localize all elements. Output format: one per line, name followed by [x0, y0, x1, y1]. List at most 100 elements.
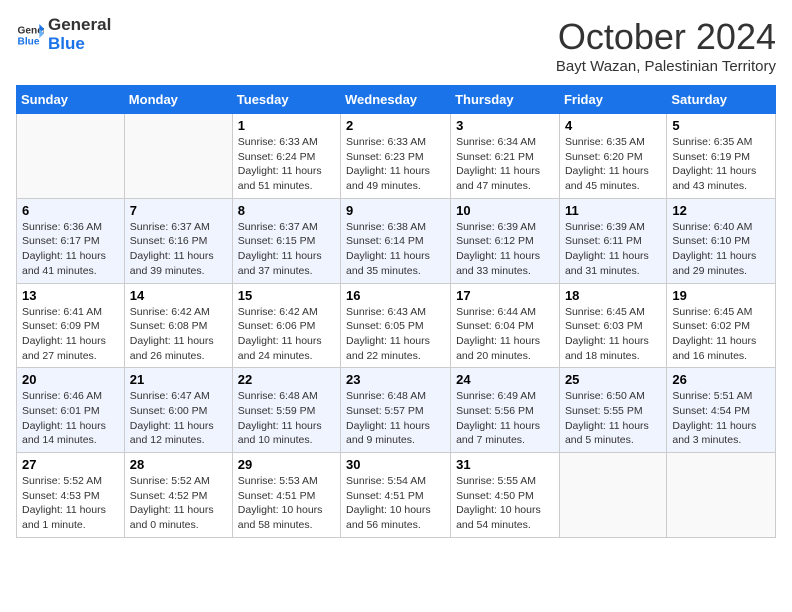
day-number: 12 — [672, 203, 770, 218]
calendar-cell: 16Sunrise: 6:43 AM Sunset: 6:05 PM Dayli… — [341, 283, 451, 368]
day-number: 26 — [672, 372, 770, 387]
day-number: 11 — [565, 203, 661, 218]
calendar-subtitle: Bayt Wazan, Palestinian Territory — [556, 58, 776, 75]
calendar-cell: 13Sunrise: 6:41 AM Sunset: 6:09 PM Dayli… — [17, 283, 125, 368]
calendar-cell: 10 Sunrise: 6:39 AM Sunset: 6:12 PM Dayli… — [451, 198, 560, 283]
calendar-cell: 9 Sunrise: 6:38 AM Sunset: 6:14 PM Daylig… — [341, 198, 451, 283]
day-info: Sunrise: 5:55 AM Sunset: 4:50 PM Dayligh… — [456, 474, 554, 533]
day-number: 30 — [346, 457, 445, 472]
day-number: 24 — [456, 372, 554, 387]
calendar-cell: 29Sunrise: 5:53 AM Sunset: 4:51 PM Dayli… — [232, 453, 340, 538]
day-number: 18 — [565, 288, 661, 303]
day-number: 15 — [238, 288, 335, 303]
day-number: 10 — [456, 203, 554, 218]
day-info: Sunrise: 6:33 AM Sunset: 6:23 PM Dayligh… — [346, 135, 445, 194]
day-number: 9 — [346, 203, 445, 218]
day-number: 22 — [238, 372, 335, 387]
day-number: 17 — [456, 288, 554, 303]
day-info: Sunrise: 6:48 AM Sunset: 5:57 PM Dayligh… — [346, 389, 445, 448]
day-info: Sunrise: 5:51 AM Sunset: 4:54 PM Dayligh… — [672, 389, 770, 448]
day-info: Sunrise: 6:39 AM Sunset: 6:11 PM Dayligh… — [565, 220, 661, 279]
calendar-week-row: 13Sunrise: 6:41 AM Sunset: 6:09 PM Dayli… — [17, 283, 776, 368]
day-info: Sunrise: 6:50 AM Sunset: 5:55 PM Dayligh… — [565, 389, 661, 448]
calendar-cell: 22Sunrise: 6:48 AM Sunset: 5:59 PM Dayli… — [232, 368, 340, 453]
day-info: Sunrise: 6:42 AM Sunset: 6:08 PM Dayligh… — [130, 305, 227, 364]
day-info: Sunrise: 5:53 AM Sunset: 4:51 PM Dayligh… — [238, 474, 335, 533]
day-info: Sunrise: 5:54 AM Sunset: 4:51 PM Dayligh… — [346, 474, 445, 533]
day-info: Sunrise: 6:38 AM Sunset: 6:14 PM Dayligh… — [346, 220, 445, 279]
day-number: 6 — [22, 203, 119, 218]
calendar-table: SundayMondayTuesdayWednesdayThursdayFrid… — [16, 85, 776, 538]
calendar-cell: 7 Sunrise: 6:37 AM Sunset: 6:16 PM Daylig… — [124, 198, 232, 283]
calendar-cell: 5Sunrise: 6:35 AM Sunset: 6:19 PM Daylig… — [667, 114, 776, 199]
day-info: Sunrise: 6:40 AM Sunset: 6:10 PM Dayligh… — [672, 220, 770, 279]
calendar-cell: 6 Sunrise: 6:36 AM Sunset: 6:17 PM Daylig… — [17, 198, 125, 283]
calendar-title: October 2024 — [556, 16, 776, 58]
day-number: 20 — [22, 372, 119, 387]
day-number: 23 — [346, 372, 445, 387]
day-number: 28 — [130, 457, 227, 472]
day-info: Sunrise: 6:35 AM Sunset: 6:19 PM Dayligh… — [672, 135, 770, 194]
calendar-cell: 1Sunrise: 6:33 AM Sunset: 6:24 PM Daylig… — [232, 114, 340, 199]
weekday-header: Saturday — [667, 86, 776, 114]
weekday-header: Sunday — [17, 86, 125, 114]
day-number: 1 — [238, 118, 335, 133]
day-info: Sunrise: 6:49 AM Sunset: 5:56 PM Dayligh… — [456, 389, 554, 448]
calendar-cell: 25 Sunrise: 6:50 AM Sunset: 5:55 PM Dayli… — [559, 368, 666, 453]
calendar-cell: 18 Sunrise: 6:45 AM Sunset: 6:03 PM Dayli… — [559, 283, 666, 368]
calendar-cell: 26 Sunrise: 5:51 AM Sunset: 4:54 PM Dayli… — [667, 368, 776, 453]
calendar-cell: 3Sunrise: 6:34 AM Sunset: 6:21 PM Daylig… — [451, 114, 560, 199]
day-info: Sunrise: 5:52 AM Sunset: 4:52 PM Dayligh… — [130, 474, 227, 533]
day-info: Sunrise: 6:35 AM Sunset: 6:20 PM Dayligh… — [565, 135, 661, 194]
calendar-cell: 30 Sunrise: 5:54 AM Sunset: 4:51 PM Dayli… — [341, 453, 451, 538]
day-info: Sunrise: 6:37 AM Sunset: 6:16 PM Dayligh… — [130, 220, 227, 279]
day-info: Sunrise: 6:44 AM Sunset: 6:04 PM Dayligh… — [456, 305, 554, 364]
calendar-cell — [124, 114, 232, 199]
title-block: October 2024 Bayt Wazan, Palestinian Ter… — [556, 16, 776, 75]
calendar-cell: 19Sunrise: 6:45 AM Sunset: 6:02 PM Dayli… — [667, 283, 776, 368]
day-number: 2 — [346, 118, 445, 133]
calendar-week-row: 20 Sunrise: 6:46 AM Sunset: 6:01 PM Dayli… — [17, 368, 776, 453]
calendar-cell: 21 Sunrise: 6:47 AM Sunset: 6:00 PM Dayli… — [124, 368, 232, 453]
day-info: Sunrise: 6:45 AM Sunset: 6:03 PM Dayligh… — [565, 305, 661, 364]
calendar-cell: 14 Sunrise: 6:42 AM Sunset: 6:08 PM Dayli… — [124, 283, 232, 368]
day-number: 3 — [456, 118, 554, 133]
calendar-cell — [17, 114, 125, 199]
day-number: 7 — [130, 203, 227, 218]
day-number: 8 — [238, 203, 335, 218]
weekday-header: Tuesday — [232, 86, 340, 114]
day-info: Sunrise: 6:36 AM Sunset: 6:17 PM Dayligh… — [22, 220, 119, 279]
calendar-cell: 8Sunrise: 6:37 AM Sunset: 6:15 PM Daylig… — [232, 198, 340, 283]
day-info: Sunrise: 5:52 AM Sunset: 4:53 PM Dayligh… — [22, 474, 119, 533]
day-info: Sunrise: 6:47 AM Sunset: 6:00 PM Dayligh… — [130, 389, 227, 448]
calendar-cell: 12 Sunrise: 6:40 AM Sunset: 6:10 PM Dayli… — [667, 198, 776, 283]
day-info: Sunrise: 6:41 AM Sunset: 6:09 PM Dayligh… — [22, 305, 119, 364]
logo-icon: General Blue — [16, 21, 44, 49]
day-info: Sunrise: 6:39 AM Sunset: 6:12 PM Dayligh… — [456, 220, 554, 279]
weekday-header: Monday — [124, 86, 232, 114]
calendar-cell: 23 Sunrise: 6:48 AM Sunset: 5:57 PM Dayli… — [341, 368, 451, 453]
calendar-week-row: 1Sunrise: 6:33 AM Sunset: 6:24 PM Daylig… — [17, 114, 776, 199]
calendar-cell: 2 Sunrise: 6:33 AM Sunset: 6:23 PM Daylig… — [341, 114, 451, 199]
weekday-header: Friday — [559, 86, 666, 114]
day-info: Sunrise: 6:43 AM Sunset: 6:05 PM Dayligh… — [346, 305, 445, 364]
day-info: Sunrise: 6:42 AM Sunset: 6:06 PM Dayligh… — [238, 305, 335, 364]
day-number: 14 — [130, 288, 227, 303]
day-number: 19 — [672, 288, 770, 303]
day-number: 21 — [130, 372, 227, 387]
calendar-week-row: 27 Sunrise: 5:52 AM Sunset: 4:53 PM Dayli… — [17, 453, 776, 538]
page-header: General Blue General Blue October 2024 B… — [16, 16, 776, 75]
weekday-header: Thursday — [451, 86, 560, 114]
svg-text:Blue: Blue — [18, 36, 40, 47]
calendar-cell: 27 Sunrise: 5:52 AM Sunset: 4:53 PM Dayli… — [17, 453, 125, 538]
day-number: 25 — [565, 372, 661, 387]
calendar-week-row: 6 Sunrise: 6:36 AM Sunset: 6:17 PM Daylig… — [17, 198, 776, 283]
day-number: 27 — [22, 457, 119, 472]
calendar-header-row: SundayMondayTuesdayWednesdayThursdayFrid… — [17, 86, 776, 114]
calendar-cell: 24 Sunrise: 6:49 AM Sunset: 5:56 PM Dayli… — [451, 368, 560, 453]
calendar-cell — [667, 453, 776, 538]
logo-general: General — [48, 16, 111, 35]
calendar-cell: 15 Sunrise: 6:42 AM Sunset: 6:06 PM Dayli… — [232, 283, 340, 368]
logo: General Blue General Blue — [16, 16, 111, 53]
day-info: Sunrise: 6:46 AM Sunset: 6:01 PM Dayligh… — [22, 389, 119, 448]
